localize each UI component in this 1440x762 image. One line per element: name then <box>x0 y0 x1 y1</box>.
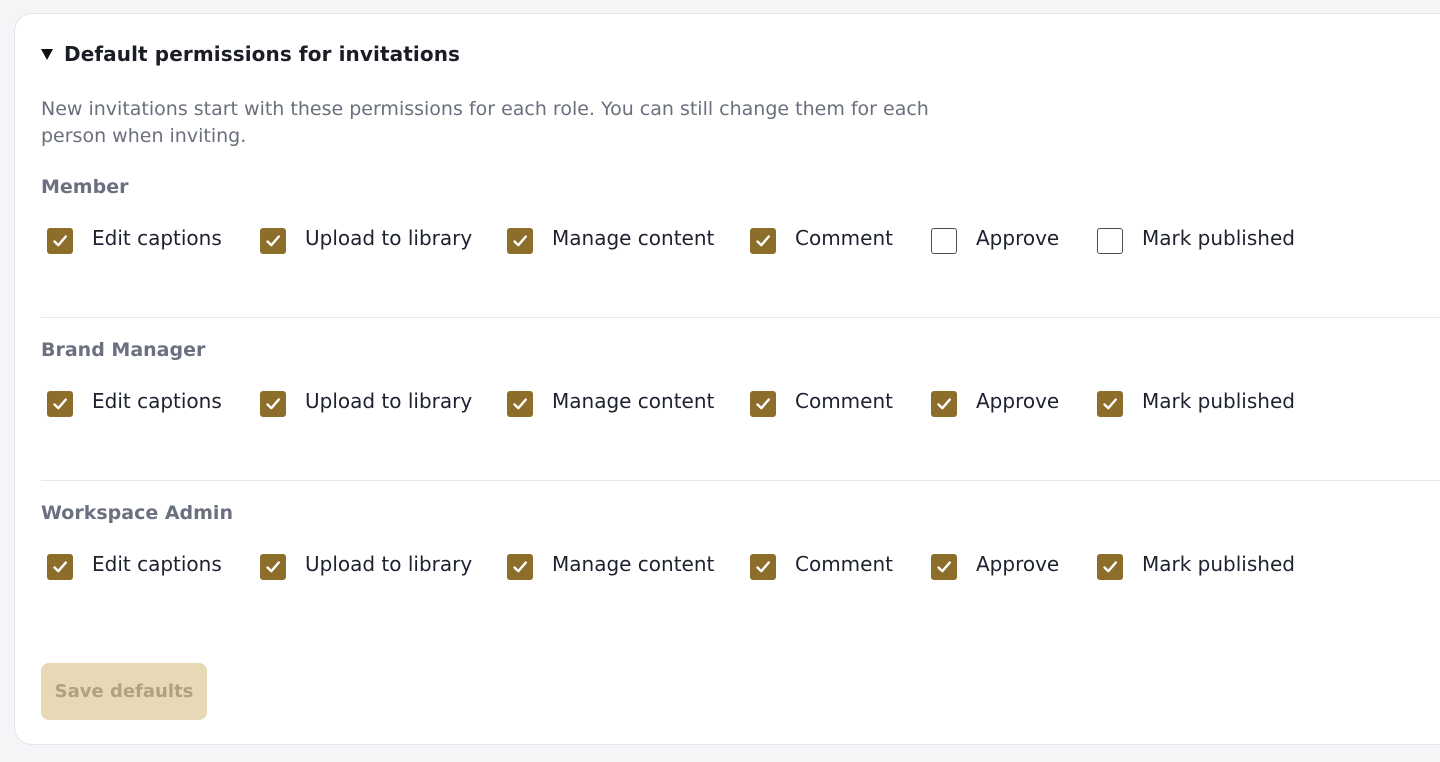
checkmark-icon <box>756 398 770 410</box>
checkbox-checked[interactable] <box>1097 554 1123 580</box>
permission-edit-captions[interactable]: Edit captions <box>47 222 222 254</box>
permission-approve[interactable]: Approve <box>931 222 1059 254</box>
checkbox-checked[interactable] <box>1097 391 1123 417</box>
permission-approve[interactable]: Approve <box>931 385 1059 417</box>
role-name: Member <box>41 176 129 198</box>
checkbox-checked[interactable] <box>750 228 776 254</box>
permission-comment[interactable]: Comment <box>750 385 893 417</box>
permission-mark-published[interactable]: Mark published <box>1097 385 1295 417</box>
permission-edit-captions[interactable]: Edit captions <box>47 548 222 580</box>
caret-down-icon <box>41 49 53 60</box>
checkmark-icon <box>513 561 527 573</box>
role-name: Brand Manager <box>41 339 206 361</box>
permission-label: Upload to library <box>305 552 473 576</box>
checkbox-checked[interactable] <box>507 554 533 580</box>
permission-label: Comment <box>795 389 893 413</box>
permission-approve[interactable]: Approve <box>931 548 1059 580</box>
checkmark-icon <box>1103 561 1117 573</box>
checkbox-checked[interactable] <box>260 554 286 580</box>
checkbox-checked[interactable] <box>507 391 533 417</box>
checkmark-icon <box>53 398 67 410</box>
permission-upload-to-library[interactable]: Upload to library <box>260 222 472 254</box>
checkmark-icon <box>756 235 770 247</box>
checkmark-icon <box>937 398 951 410</box>
divider <box>41 480 1440 481</box>
permission-edit-captions[interactable]: Edit captions <box>47 385 222 417</box>
section-title: Default permissions for invitations <box>64 42 461 66</box>
permission-upload-to-library[interactable]: Upload to library <box>260 548 472 580</box>
permissions-card: Default permissions for invitations New … <box>14 13 1440 745</box>
permission-manage-content[interactable]: Manage content <box>507 548 714 580</box>
permission-manage-content[interactable]: Manage content <box>507 222 714 254</box>
checkmark-icon <box>53 235 67 247</box>
checkmark-icon <box>513 398 527 410</box>
checkbox-checked[interactable] <box>260 228 286 254</box>
section-description: New invitations start with these permiss… <box>41 98 929 147</box>
checkbox-checked[interactable] <box>47 391 73 417</box>
checkbox-checked[interactable] <box>507 228 533 254</box>
permission-label: Mark published <box>1142 552 1295 576</box>
permission-label: Edit captions <box>92 226 222 250</box>
checkbox-unchecked[interactable] <box>1097 228 1123 254</box>
divider <box>41 317 1440 318</box>
permission-comment[interactable]: Comment <box>750 548 893 580</box>
permission-label: Manage content <box>552 226 715 250</box>
permission-label: Edit captions <box>92 389 222 413</box>
permission-upload-to-library[interactable]: Upload to library <box>260 385 472 417</box>
save-defaults-button[interactable]: Save defaults <box>41 663 207 720</box>
checkbox-checked[interactable] <box>931 554 957 580</box>
permission-mark-published[interactable]: Mark published <box>1097 222 1295 254</box>
role-name: Workspace Admin <box>41 502 233 524</box>
permission-label: Edit captions <box>92 552 222 576</box>
permission-label: Manage content <box>552 389 715 413</box>
checkmark-icon <box>266 561 280 573</box>
permission-label: Comment <box>795 552 893 576</box>
checkmark-icon <box>513 235 527 247</box>
checkbox-checked[interactable] <box>47 228 73 254</box>
permission-label: Mark published <box>1142 226 1295 250</box>
permission-label: Approve <box>976 226 1060 250</box>
permission-label: Approve <box>976 389 1060 413</box>
checkmark-icon <box>266 235 280 247</box>
permission-label: Mark published <box>1142 389 1295 413</box>
checkmark-icon <box>1103 398 1117 410</box>
section-toggle[interactable]: Default permissions for invitations <box>41 42 460 66</box>
checkmark-icon <box>937 561 951 573</box>
permission-label: Approve <box>976 552 1060 576</box>
checkbox-checked[interactable] <box>750 391 776 417</box>
checkbox-checked[interactable] <box>931 391 957 417</box>
permission-manage-content[interactable]: Manage content <box>507 385 714 417</box>
checkbox-checked[interactable] <box>750 554 776 580</box>
permission-comment[interactable]: Comment <box>750 222 893 254</box>
permission-mark-published[interactable]: Mark published <box>1097 548 1295 580</box>
checkbox-checked[interactable] <box>260 391 286 417</box>
checkmark-icon <box>756 561 770 573</box>
checkmark-icon <box>53 561 67 573</box>
permission-label: Upload to library <box>305 389 473 413</box>
permission-label: Comment <box>795 226 893 250</box>
checkmark-icon <box>266 398 280 410</box>
checkbox-checked[interactable] <box>47 554 73 580</box>
permission-label: Manage content <box>552 552 715 576</box>
permission-label: Upload to library <box>305 226 473 250</box>
checkbox-unchecked[interactable] <box>931 228 957 254</box>
